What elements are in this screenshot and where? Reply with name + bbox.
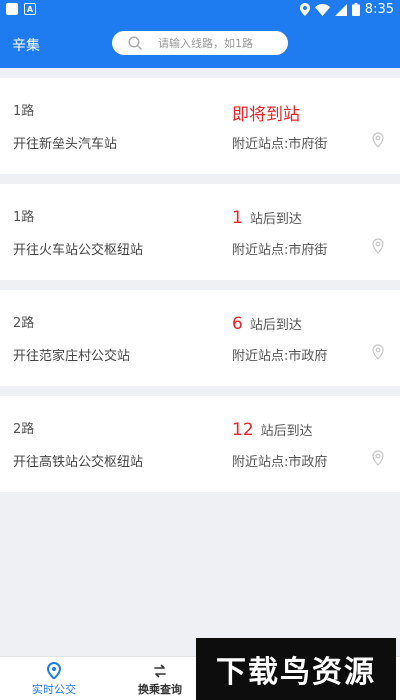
eta-suffix: 站后到达 [249,318,302,333]
route-destination: 开往新垒头汽车站 [13,137,118,152]
signal-icon [334,3,347,16]
eta-status: 12 站后到达 [232,420,313,440]
nav-tab-transfer-label: 换乘查询 [138,683,182,696]
route-destination: 开往火车站公交枢纽站 [13,243,144,258]
nav-tab-realtime-label: 实时公交 [32,683,76,696]
search-bar[interactable] [112,31,288,55]
route-destination: 开往高铁站公交枢纽站 [13,455,144,470]
location-pin-icon[interactable] [372,238,384,254]
location-status-icon [299,3,310,16]
transfer-icon [154,664,166,678]
nearby-station: 附近站点:市政府 [232,455,328,470]
route-card[interactable]: 1路 开往火车站公交枢纽站 1 站后到达 附近站点:市府街 [0,184,400,280]
route-number: 2路 [13,316,35,331]
route-destination: 开往范家庄村公交站 [13,349,131,364]
route-number: 1路 [13,104,35,119]
eta-stops-count: 1 [232,208,243,228]
eta-suffix: 站后到达 [260,424,313,439]
location-pin-icon[interactable] [372,132,384,148]
route-card[interactable]: 1路 开往新垒头汽车站 即将到站 附近站点:市府街 [0,78,400,174]
eta-status: 6 站后到达 [232,314,302,334]
route-number: 2路 [13,422,35,437]
nav-tab-realtime[interactable]: 实时公交 [4,657,104,700]
notification-icon [6,3,18,15]
app-header: 辛集 [0,20,400,68]
search-input[interactable] [158,36,283,50]
route-card[interactable]: 2路 开往高铁站公交枢纽站 12 站后到达 附近站点:市政府 [0,396,400,492]
nav-tab-transfer[interactable]: 换乘查询 [110,657,210,700]
eta-stops-count: 12 [232,420,254,440]
map-pin-icon [47,662,61,679]
watermark-text: 下载鸟资源 [216,655,376,690]
wifi-icon [314,3,330,16]
eta-status: 1 站后到达 [232,208,302,228]
eta-status: 即将到站 [232,105,300,125]
nearby-station: 附近站点:市政府 [232,349,328,364]
route-card[interactable]: 2路 开往范家庄村公交站 6 站后到达 附近站点:市政府 [0,290,400,386]
route-number: 1路 [13,210,35,225]
nearby-station: 附近站点:市府街 [232,243,328,258]
status-time: 8:35 [364,2,394,17]
search-icon [128,36,142,50]
battery-icon [351,3,360,16]
eta-suffix: 站后到达 [249,212,302,227]
watermark-logo: 下载鸟资源 [196,638,396,700]
location-pin-icon[interactable] [372,344,384,360]
location-pin-icon[interactable] [372,450,384,466]
app-notification-icon: A [24,3,36,15]
nearby-station: 附近站点:市府街 [232,137,328,152]
eta-stops-count: 6 [232,314,243,334]
city-selector[interactable]: 辛集 [12,35,40,55]
status-bar: A 8:35 [0,0,400,20]
